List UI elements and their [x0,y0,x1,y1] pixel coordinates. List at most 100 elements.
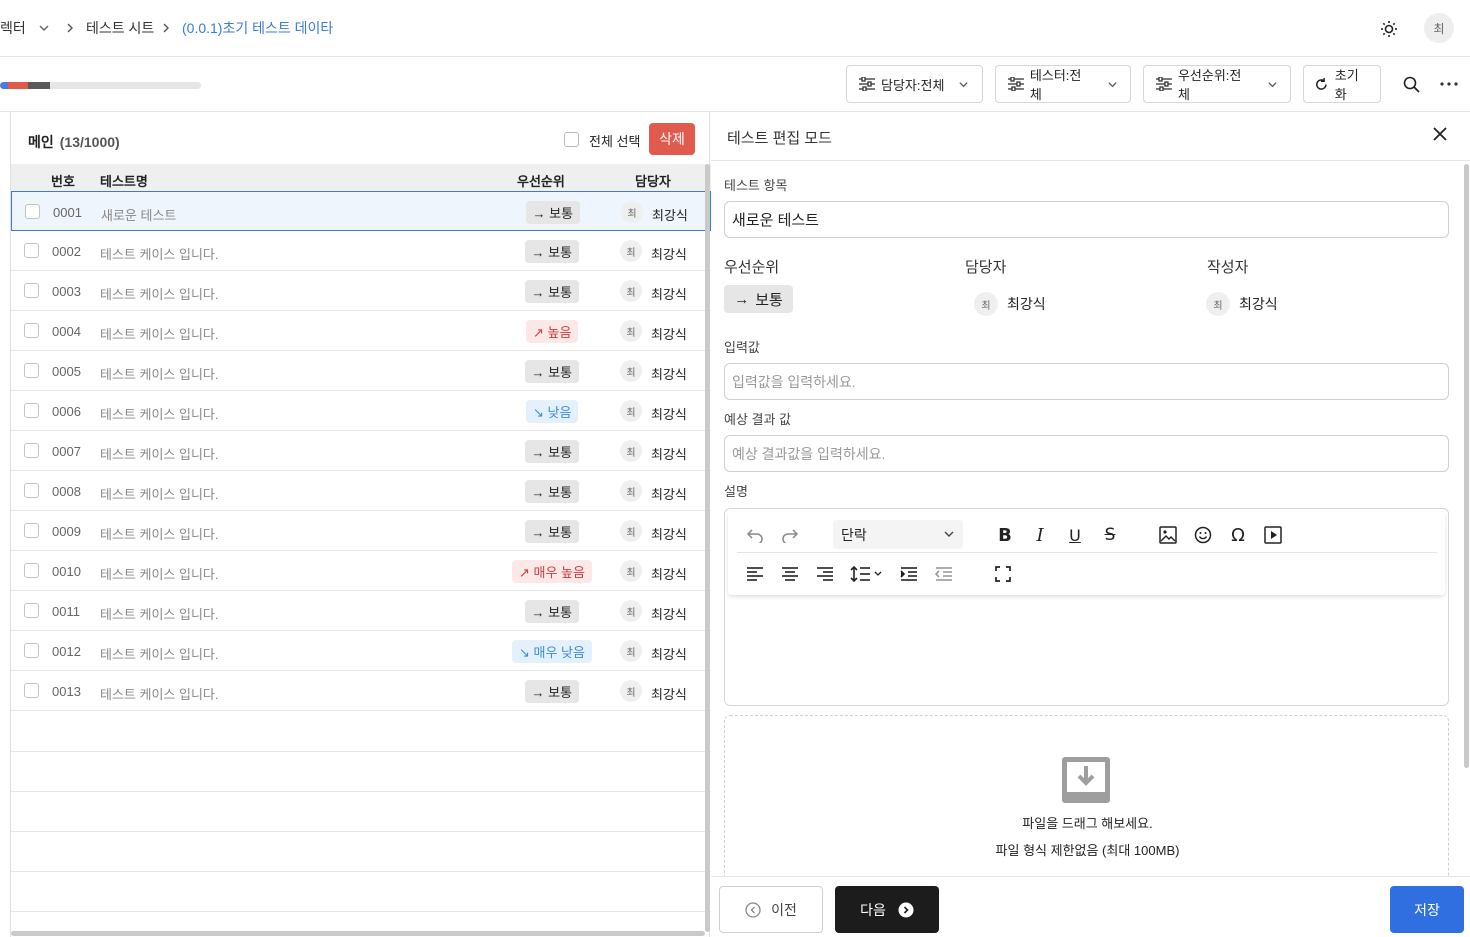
list-vertical-scrollbar[interactable] [705,164,710,932]
table-row[interactable]: 0013 테스트 케이스 입니다. → 보통 최 최강식 [11,671,711,711]
priority-selector[interactable]: → 보통 [724,285,793,313]
table-row[interactable]: 0009 테스트 케이스 입니다. → 보통 최 최강식 [11,511,711,551]
empty-row [11,712,711,752]
table-row[interactable]: 0005 테스트 케이스 입니다. → 보통 최 최강식 [11,351,711,391]
row-test-name: 테스트 케이스 입니다. [100,487,219,502]
save-button[interactable]: 저장 [1390,886,1464,933]
line-height-icon[interactable] [849,563,885,585]
owner-name: 최강식 [651,527,687,542]
table-row[interactable]: 0008 테스트 케이스 입니다. → 보통 최 최강식 [11,471,711,511]
reset-button[interactable]: 초기화 [1303,65,1381,103]
owner-filter-button[interactable]: 담당자:전체 [846,65,983,103]
indent-icon[interactable] [898,563,920,585]
underline-icon[interactable]: U [1064,524,1086,546]
delete-button[interactable]: 삭제 [649,123,695,155]
table-row[interactable]: 0010 테스트 케이스 입니다. ↗ 매우 높음 최 최강식 [11,551,711,591]
insert-image-icon[interactable] [1157,524,1179,546]
owner-name: 최강식 [651,367,687,382]
more-options-icon[interactable] [1436,71,1462,97]
owner-avatar: 최 [620,240,642,262]
align-right-icon[interactable] [814,563,836,585]
table-row[interactable]: 0003 테스트 케이스 입니다. → 보통 최 최강식 [11,271,711,311]
owner-avatar: 최 [620,280,642,302]
row-checkbox[interactable] [24,443,39,458]
tester-filter-button[interactable]: 테스터:전체 [995,65,1131,103]
theme-toggle-sun-icon[interactable] [1376,16,1402,42]
test-item-input[interactable]: 새로운 테스트 [724,201,1449,238]
table-row[interactable]: 0011 테스트 케이스 입니다. → 보통 최 최강식 [11,591,711,631]
close-icon[interactable] [1432,126,1450,144]
table-row[interactable]: 0004 테스트 케이스 입니다. ↗ 높음 최 최강식 [11,311,711,351]
owner-avatar: 최 [620,360,642,382]
row-checkbox[interactable] [24,323,39,338]
divider [711,160,1470,161]
input-value-field[interactable]: 입력값을 입력하세요. [724,363,1449,400]
row-checkbox[interactable] [24,603,39,618]
emoji-icon[interactable] [1192,524,1214,546]
breadcrumb-project[interactable]: 렉터 [0,18,50,38]
table-row[interactable]: 0012 테스트 케이스 입니다. ↘ 매우 낮음 최 최강식 [11,631,711,671]
redo-icon[interactable] [779,524,801,546]
previous-button[interactable]: 이전 [719,886,823,933]
empty-row [11,832,711,872]
owner-avatar: 최 [620,640,642,662]
table-row[interactable]: 0006 테스트 케이스 입니다. ↘ 낮음 최 최강식 [11,391,711,431]
table-row[interactable]: 0001 새로운 테스트 → 보통 최 최강식 [11,191,711,231]
row-checkbox[interactable] [24,403,39,418]
column-header-owner[interactable]: 담당자 [635,171,671,190]
insert-video-icon[interactable] [1262,524,1284,546]
rich-text-editor[interactable]: 단락 B I U S Ω [724,508,1449,706]
outdent-icon[interactable] [933,563,955,585]
row-checkbox[interactable] [24,683,39,698]
select-all-checkbox[interactable] [564,132,579,147]
top-bar: 렉터 테스트 시트 (0.0.1)초기 테스트 데이타 최 [0,0,1470,57]
priority-badge: → 보통 [524,480,580,503]
table-row[interactable]: 0007 테스트 케이스 입니다. → 보통 최 최강식 [11,431,711,471]
row-checkbox[interactable] [25,204,40,219]
next-button[interactable]: 다음 [835,886,939,933]
italic-icon[interactable]: I [1029,524,1051,546]
row-test-name: 테스트 케이스 입니다. [100,407,219,422]
row-test-name: 테스트 케이스 입니다. [100,327,219,342]
select-all-label[interactable]: 전체 선택 [589,131,640,150]
chevron-down-icon [1108,81,1117,87]
row-checkbox[interactable] [24,483,39,498]
row-checkbox[interactable] [24,643,39,658]
column-header-priority[interactable]: 우선순위 [517,171,565,190]
table-row[interactable]: 0002 테스트 케이스 입니다. → 보통 최 최강식 [11,231,711,271]
list-title: 메인 (13/1000) [28,132,120,152]
column-header-num[interactable]: 번호 [51,171,75,190]
strikethrough-icon[interactable]: S [1099,524,1121,546]
list-horizontal-scrollbar[interactable] [11,931,705,936]
file-dropzone[interactable]: 파일을 드래그 해보세요. 파일 형식 제한없음 (최대 100MB) [724,715,1449,885]
row-checkbox[interactable] [24,283,39,298]
user-avatar[interactable]: 최 [1424,13,1454,43]
align-left-icon[interactable] [744,563,766,585]
row-number: 0013 [52,684,81,699]
fullscreen-icon[interactable] [992,563,1014,585]
owner-name: 최강식 [651,247,687,262]
edit-panel-scrollbar[interactable] [1464,164,1469,768]
special-character-icon[interactable]: Ω [1227,524,1249,546]
owner-avatar[interactable]: 최 [974,292,998,316]
breadcrumb-current[interactable]: (0.0.1)초기 테스트 데이타 [182,18,333,38]
column-header-name[interactable]: 테스트명 [100,171,148,190]
priority-filter-button[interactable]: 우선순위:전체 [1143,65,1291,103]
align-center-icon[interactable] [779,563,801,585]
expected-result-field[interactable]: 예상 결과값을 입력하세요. [724,435,1449,472]
editor-toolbar: 단락 B I U S Ω [728,512,1445,595]
inbox-download-icon [1061,756,1111,804]
row-checkbox[interactable] [24,243,39,258]
row-checkbox[interactable] [24,523,39,538]
chevron-down-icon [1268,81,1277,87]
row-checkbox[interactable] [24,563,39,578]
paragraph-format-select[interactable]: 단락 [833,520,963,549]
row-test-name: 테스트 케이스 입니다. [100,647,219,662]
row-checkbox[interactable] [24,363,39,378]
search-icon[interactable] [1398,71,1424,97]
row-number: 0005 [52,364,81,379]
undo-icon[interactable] [744,524,766,546]
owner-name[interactable]: 최강식 [1007,294,1046,314]
breadcrumb-sheet[interactable]: 테스트 시트 [86,18,154,38]
bold-icon[interactable]: B [994,524,1016,546]
